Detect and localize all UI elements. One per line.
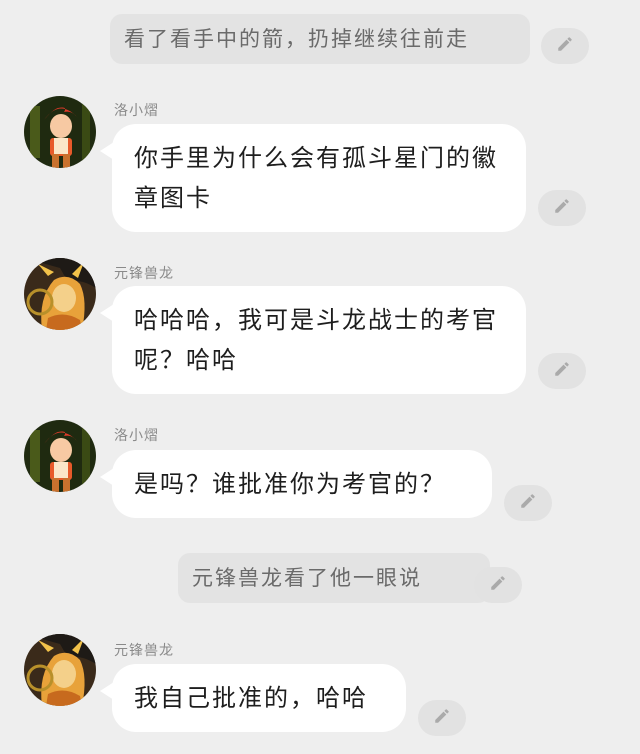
edit-button[interactable]	[541, 28, 589, 64]
speaker-name: 洛小熠	[114, 103, 159, 119]
message-bubble: 我自己批准的，哈哈	[100, 664, 406, 732]
message-text: 你手里为什么会有孤斗星门的徽章图卡	[134, 144, 498, 212]
message-bubble: 哈哈哈，我可是斗龙战士的考官呢？哈哈	[100, 286, 526, 394]
narration-bubble: 看了看手中的箭，扔掉继续往前走	[110, 14, 530, 64]
edit-button[interactable]	[418, 700, 466, 736]
avatar[interactable]	[24, 258, 96, 330]
message-bubble: 是吗？谁批准你为考官的？	[100, 450, 492, 518]
edit-button[interactable]	[538, 353, 586, 389]
message-text: 我自己批准的，哈哈	[134, 684, 368, 712]
avatar[interactable]	[24, 420, 96, 492]
edit-button[interactable]	[474, 567, 522, 603]
avatar[interactable]	[24, 634, 96, 706]
speaker-name: 元锋兽龙	[114, 643, 174, 659]
pencil-icon	[433, 707, 451, 729]
edit-button[interactable]	[538, 190, 586, 226]
message-text: 哈哈哈，我可是斗龙战士的考官呢？哈哈	[134, 306, 498, 374]
pencil-icon	[519, 492, 537, 514]
avatar[interactable]	[24, 96, 96, 168]
message-text: 是吗？谁批准你为考官的？	[134, 470, 446, 498]
narration-text: 看了看手中的箭，扔掉继续往前走	[124, 27, 469, 51]
pencil-icon	[489, 574, 507, 596]
narration-text: 元锋兽龙看了他一眼说	[192, 566, 422, 590]
pencil-icon	[553, 197, 571, 219]
narration-bubble: 元锋兽龙看了他一眼说	[178, 553, 490, 603]
message-bubble: 你手里为什么会有孤斗星门的徽章图卡	[100, 124, 526, 232]
edit-button[interactable]	[504, 485, 552, 521]
speaker-name: 洛小熠	[114, 428, 159, 444]
pencil-icon	[553, 360, 571, 382]
pencil-icon	[556, 35, 574, 57]
speaker-name: 元锋兽龙	[114, 266, 174, 282]
